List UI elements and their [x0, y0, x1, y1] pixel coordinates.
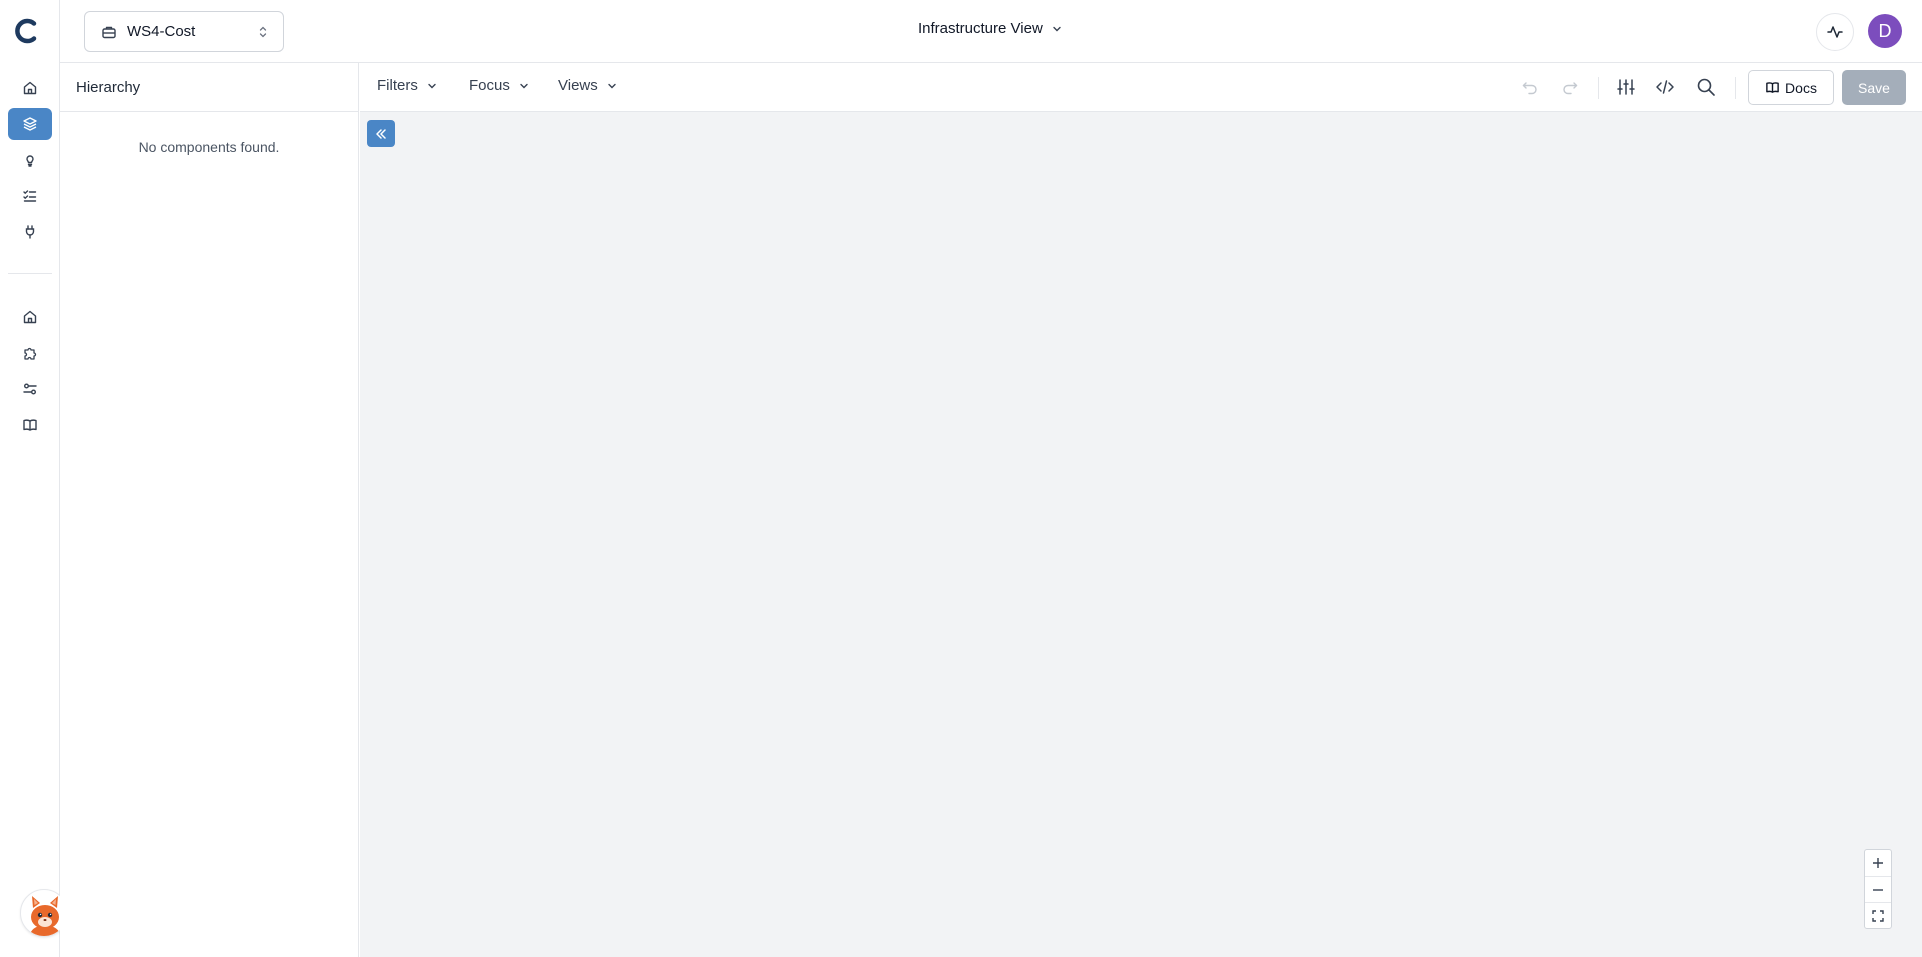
home-icon	[23, 81, 37, 95]
sidebar-item-home[interactable]	[8, 72, 52, 104]
minus-icon	[1873, 888, 1883, 891]
puzzle-icon	[24, 347, 37, 360]
sidebar-item-layers[interactable]	[8, 108, 52, 140]
sidebar-item-docs[interactable]	[8, 409, 52, 441]
plug-icon	[25, 225, 35, 239]
sidebar-item-integrations[interactable]	[8, 216, 52, 248]
chevron-updown-icon	[259, 26, 267, 37]
fullscreen-icon	[1872, 909, 1884, 922]
fit-view-button[interactable]	[1865, 902, 1891, 928]
toolbar-divider	[1598, 77, 1599, 99]
sidebar-item-extensions[interactable]	[8, 337, 52, 369]
filters-menu[interactable]: Filters	[377, 77, 438, 94]
workspace-selector[interactable]: WS4-Cost	[84, 11, 284, 52]
code-view-button[interactable]	[1653, 75, 1677, 99]
diagram-canvas[interactable]	[360, 112, 1922, 957]
adjustments-button[interactable]	[1614, 75, 1638, 99]
top-bar: WS4-Cost Infrastructure View D	[60, 0, 1922, 63]
search-button[interactable]	[1694, 75, 1718, 99]
hierarchy-panel: Hierarchy No components found.	[60, 63, 359, 957]
chevron-down-icon	[520, 83, 528, 88]
canvas-toolbar: Filters Focus Views Docs Save	[360, 63, 1922, 112]
views-menu[interactable]: Views	[558, 77, 618, 94]
docs-button[interactable]: Docs	[1748, 70, 1834, 105]
views-label: Views	[558, 77, 598, 94]
zoom-out-button[interactable]	[1865, 876, 1891, 902]
sidebar-item-home-secondary[interactable]	[8, 301, 52, 333]
zoom-controls	[1864, 849, 1892, 929]
left-rail	[0, 0, 68, 957]
chevron-down-icon	[428, 83, 436, 88]
collapse-panel-button[interactable]	[367, 120, 395, 147]
zoom-in-button[interactable]	[1865, 850, 1891, 876]
search-icon	[1697, 78, 1715, 96]
home-icon	[23, 310, 37, 324]
sidebar-item-insights[interactable]	[8, 144, 52, 176]
briefcase-icon	[102, 26, 116, 38]
view-title-label: Infrastructure View	[918, 20, 1043, 37]
view-selector[interactable]: Infrastructure View	[918, 20, 1063, 37]
focus-label: Focus	[469, 77, 510, 94]
hierarchy-empty-message: No components found.	[138, 139, 280, 155]
chevron-down-icon	[608, 83, 616, 88]
docs-label: Docs	[1785, 79, 1817, 96]
book-icon	[23, 419, 37, 431]
layers-icon	[23, 117, 37, 131]
sliders-vertical-icon	[1617, 79, 1635, 95]
filters-label: Filters	[377, 77, 418, 94]
chevron-down-icon	[1053, 26, 1061, 31]
toolbar-divider	[1735, 77, 1736, 99]
save-button[interactable]: Save	[1842, 70, 1906, 105]
undo-icon	[1522, 82, 1537, 95]
workspace-name: WS4-Cost	[127, 23, 196, 40]
sidebar-divider	[8, 273, 52, 274]
activity-pulse-icon	[1827, 26, 1843, 38]
code-icon	[1656, 80, 1674, 94]
redo-button[interactable]	[1558, 75, 1582, 99]
chevrons-left-icon	[376, 128, 386, 139]
settings-sliders-icon	[23, 383, 37, 395]
sidebar-item-settings[interactable]	[8, 373, 52, 405]
hierarchy-title: Hierarchy	[60, 63, 358, 112]
undo-button[interactable]	[1518, 75, 1542, 99]
lightbulb-icon	[26, 155, 34, 167]
sidebar-item-tasks[interactable]	[8, 180, 52, 212]
book-open-icon	[1766, 82, 1779, 93]
activity-button[interactable]	[1816, 13, 1854, 51]
checklist-icon	[23, 190, 37, 202]
focus-menu[interactable]: Focus	[469, 77, 530, 94]
redo-icon	[1563, 82, 1578, 95]
app-logo-icon[interactable]	[14, 17, 40, 45]
plus-icon	[1873, 858, 1883, 868]
user-avatar[interactable]: D	[1868, 14, 1902, 48]
